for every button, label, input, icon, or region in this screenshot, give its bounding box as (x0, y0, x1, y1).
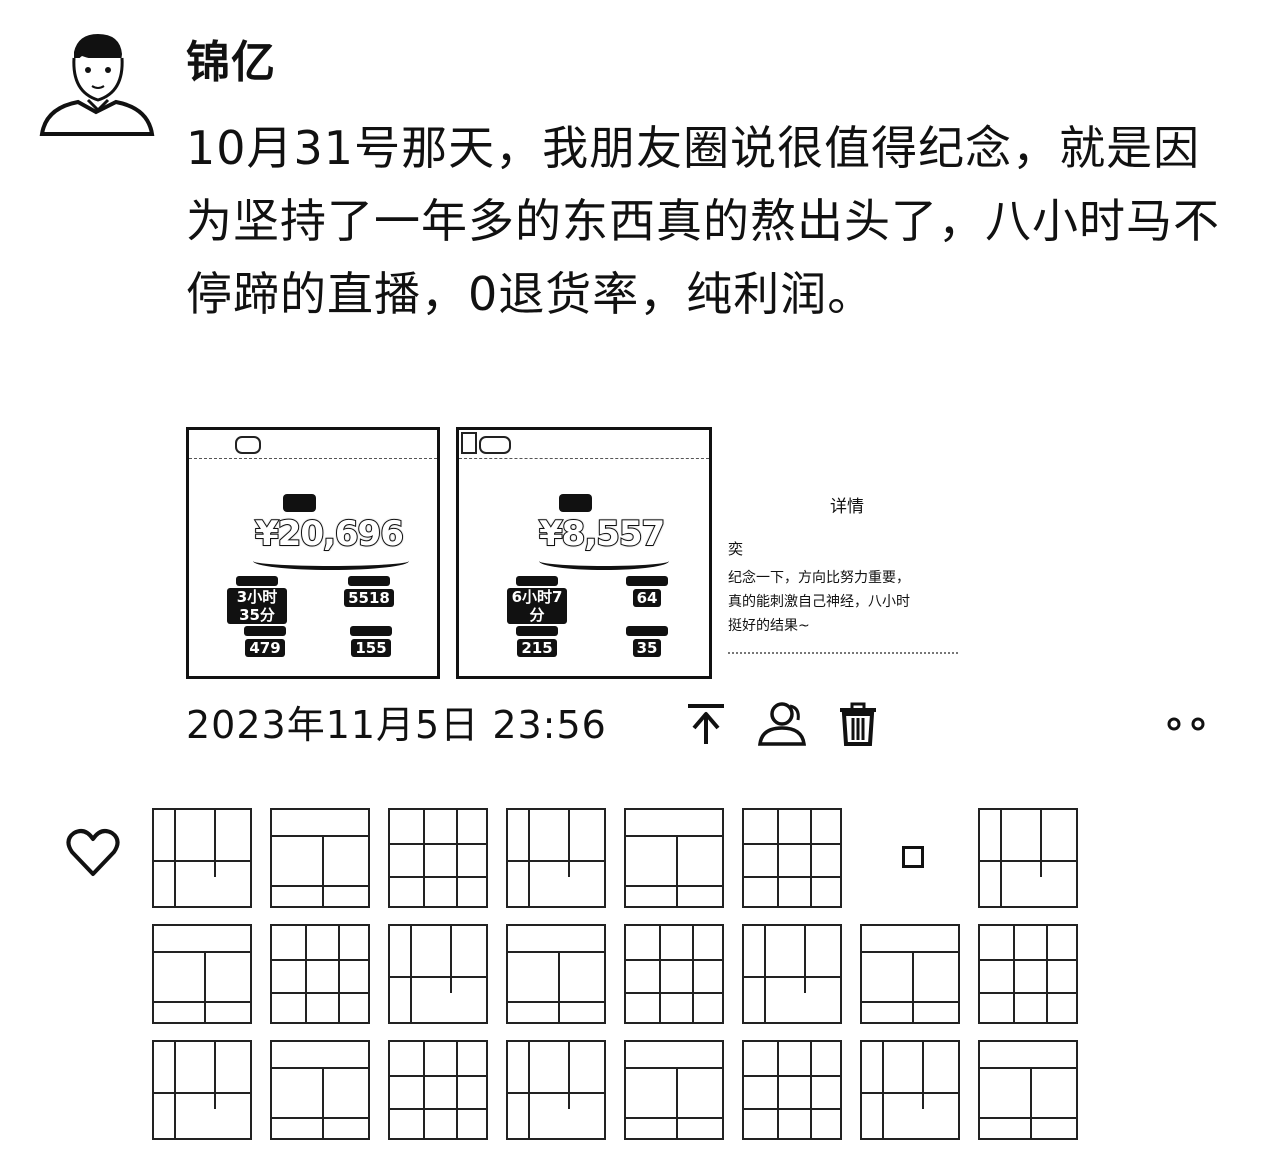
liker-avatar[interactable] (860, 924, 960, 1024)
post-image-1[interactable]: ¥20,696 3小时35分 5518 479 155 (186, 427, 440, 679)
liker-avatar[interactable] (860, 808, 960, 908)
post-timestamp: 2023年11月5日 23:56 (186, 703, 607, 747)
image-topbar (189, 430, 437, 459)
share-icon[interactable] (684, 700, 728, 748)
liker-avatar[interactable] (624, 924, 724, 1024)
liker-avatar[interactable] (978, 924, 1078, 1024)
author-avatar[interactable] (38, 30, 156, 146)
likes-avatar-grid (152, 808, 1092, 1158)
liker-avatar[interactable] (624, 1040, 724, 1140)
liker-avatar[interactable] (506, 1040, 606, 1140)
liker-avatar[interactable] (506, 808, 606, 908)
liker-avatar[interactable] (388, 924, 488, 1024)
liker-avatar[interactable] (152, 924, 252, 1024)
detail-title: 详情 (830, 497, 864, 517)
liker-avatar[interactable] (270, 924, 370, 1024)
post-image-3-detail[interactable]: 详情 奕 纪念一下，方向比努力重要， 真的能刺激自己神经，八小时 挺好的结果~ (722, 480, 992, 676)
liker-avatar[interactable] (152, 808, 252, 908)
sales-amount: ¥20,696 (254, 513, 405, 555)
stat-item: 479 (235, 626, 295, 657)
liker-avatar[interactable] (270, 808, 370, 908)
detail-name: 奕 (728, 540, 744, 558)
liker-avatar[interactable] (270, 1040, 370, 1140)
sales-badge (559, 494, 592, 512)
liker-avatar[interactable] (978, 1040, 1078, 1140)
liker-avatar[interactable] (388, 808, 488, 908)
author-name[interactable]: 锦亿 (186, 34, 276, 92)
liker-avatar[interactable] (152, 1040, 252, 1140)
stat-item: 215 (507, 626, 567, 657)
trash-icon[interactable] (836, 700, 880, 748)
liker-avatar[interactable] (624, 808, 724, 908)
sales-amount: ¥8,557 (538, 513, 666, 555)
liker-avatar[interactable] (742, 1040, 842, 1140)
more-dots-icon[interactable] (1162, 712, 1212, 736)
liker-avatar[interactable] (742, 924, 842, 1024)
liker-avatar[interactable] (860, 1040, 960, 1140)
swoosh-decoration (539, 552, 669, 570)
liker-avatar[interactable] (506, 924, 606, 1024)
heart-icon (66, 829, 120, 876)
detail-body: 纪念一下，方向比努力重要， 真的能刺激自己神经，八小时 挺好的结果~ (728, 570, 910, 634)
liker-avatar[interactable] (388, 1040, 488, 1140)
liker-avatar[interactable] (742, 808, 842, 908)
sales-badge (283, 494, 316, 512)
stat-item: 5518 (339, 576, 399, 607)
stat-item: 6小时7分 (507, 576, 567, 624)
people-icon[interactable] (756, 700, 810, 748)
swoosh-decoration (253, 552, 409, 570)
stat-item: 3小时35分 (227, 576, 287, 624)
stat-item: 64 (617, 576, 677, 607)
post-text: 10月31号那天，我朋友圈说很值得纪念，就是因为坚持了一年多的东西真的熬出头了，… (186, 121, 1220, 321)
stat-item: 35 (617, 626, 677, 657)
detail-meta (728, 652, 958, 662)
stat-item: 155 (341, 626, 401, 657)
image-topbar (459, 430, 709, 459)
liker-avatar[interactable] (978, 808, 1078, 908)
post-image-2[interactable]: ¥8,557 6小时7分 64 215 35 (456, 427, 712, 679)
